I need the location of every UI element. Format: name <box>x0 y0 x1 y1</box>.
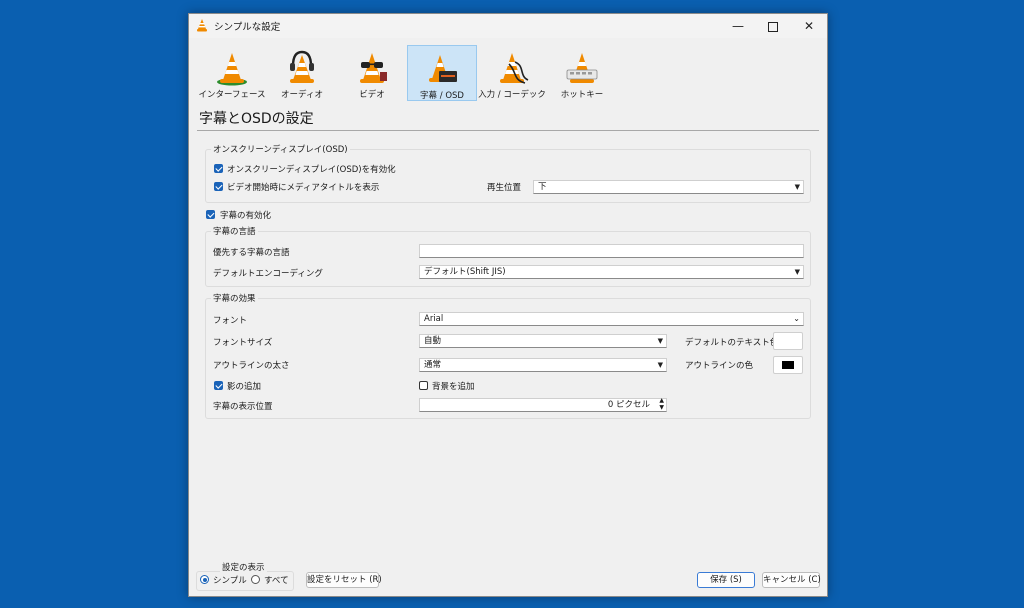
enable-subtitles-label: 字幕の有効化 <box>220 211 272 221</box>
simple-radio-label: シンプル <box>213 576 247 586</box>
font-value: Arial <box>424 314 444 324</box>
subtitle-position-spinbox[interactable]: 0 ピクセル ▲ ▼ <box>419 397 667 412</box>
enable-osd-label: オンスクリーンディスプレイ(OSD)を有効化 <box>227 165 396 175</box>
osd-group <box>205 149 811 203</box>
maximize-icon <box>768 21 778 32</box>
chevron-down-icon: ▼ <box>657 337 663 345</box>
chevron-down-icon: ▼ <box>794 268 800 276</box>
show-media-title-checkbox[interactable] <box>214 182 223 191</box>
spin-arrows-icon[interactable]: ▲ ▼ <box>659 397 664 411</box>
font-size-label: フォントサイズ <box>213 338 273 348</box>
show-media-title-label: ビデオ開始時にメディアタイトルを表示 <box>227 183 380 193</box>
all-radio-label: すべて <box>264 576 289 586</box>
tab-video[interactable]: ビデオ <box>337 45 407 101</box>
default-encoding-select[interactable]: デフォルト(Shift JIS) ▼ <box>419 265 804 279</box>
window-title: シンプルな設定 <box>214 22 281 33</box>
font-size-value: 自動 <box>424 336 442 346</box>
chevron-down-icon: ▼ <box>794 183 800 191</box>
add-shadow-checkbox[interactable] <box>214 381 223 390</box>
default-text-color-label: デフォルトのテキスト色 <box>685 338 779 348</box>
outline-color-label: アウトラインの色 <box>685 361 754 371</box>
tab-hotkeys[interactable]: ホットキー <box>547 45 617 101</box>
reset-settings-button[interactable]: 設定をリセット (R) <box>306 572 382 588</box>
outline-thickness-select[interactable]: 通常 ▼ <box>419 358 667 372</box>
chevron-down-icon: ▼ <box>657 361 663 369</box>
tab-subtitles-osd[interactable]: 字幕 / OSD <box>407 45 477 101</box>
outline-thickness-value: 通常 <box>424 360 442 370</box>
close-button[interactable]: ✕ <box>794 17 824 35</box>
tab-interface[interactable]: インターフェース <box>197 45 267 101</box>
subtitle-position-value: 0 ピクセル <box>607 400 650 410</box>
osd-position-label: 再生位置 <box>487 183 522 193</box>
tab-label: インターフェース <box>198 90 266 100</box>
maximize-button[interactable] <box>758 17 788 35</box>
subtitles-cone-icon <box>429 55 457 82</box>
interface-cone-icon <box>217 53 247 86</box>
all-radio[interactable] <box>251 575 260 584</box>
tab-label: オーディオ <box>281 90 323 100</box>
default-text-color-button[interactable] <box>773 332 803 350</box>
show-settings-label: 設定の表示 <box>220 561 267 573</box>
tab-label: ビデオ <box>359 90 385 100</box>
subtitle-position-label: 字幕の表示位置 <box>213 402 273 412</box>
simple-radio[interactable] <box>200 575 209 584</box>
enable-subtitles-checkbox[interactable] <box>206 210 215 219</box>
hotkeys-cone-icon <box>566 53 598 83</box>
minimize-button[interactable]: — <box>723 17 753 35</box>
add-shadow-label: 影の追加 <box>227 382 262 392</box>
font-size-select[interactable]: 自動 ▼ <box>419 334 667 348</box>
page-title: 字幕とOSDの設定 <box>199 111 314 127</box>
audio-headphones-cone-icon <box>290 50 314 83</box>
tab-audio[interactable]: オーディオ <box>267 45 337 101</box>
osd-position-select[interactable]: 下 ▼ <box>533 180 804 194</box>
enable-osd-checkbox[interactable] <box>214 164 223 173</box>
outline-color-button[interactable] <box>773 356 803 374</box>
preferred-language-label: 優先する字幕の言語 <box>213 248 290 258</box>
add-background-checkbox[interactable] <box>419 381 428 390</box>
tab-label: 入力 / コーデック <box>478 90 546 100</box>
title-divider <box>197 130 819 131</box>
title-bar: シンプルな設定 — ✕ <box>189 14 827 38</box>
subtitle-effects-group-label: 字幕の効果 <box>211 292 258 304</box>
tab-input-codec[interactable]: 入力 / コーデック <box>477 45 547 101</box>
font-label: フォント <box>213 316 248 326</box>
vlc-cone-icon <box>197 19 207 32</box>
tab-label: ホットキー <box>560 90 604 100</box>
minimize-icon: — <box>732 19 744 33</box>
tab-label: 字幕 / OSD <box>420 91 464 101</box>
osd-position-value: 下 <box>538 182 547 192</box>
default-encoding-value: デフォルト(Shift JIS) <box>424 267 506 277</box>
font-select[interactable]: Arial ⌄ <box>419 312 804 326</box>
osd-group-label: オンスクリーンディスプレイ(OSD) <box>211 143 350 155</box>
cancel-button[interactable]: キャンセル (C) <box>762 572 821 588</box>
video-sunglasses-cone-icon <box>360 53 387 83</box>
preferences-window: シンプルな設定 — ✕ インターフェース オーディオ ビデオ 字幕 / OSD … <box>188 13 828 597</box>
subtitle-language-group-label: 字幕の言語 <box>211 225 258 237</box>
chevron-down-icon: ⌄ <box>793 314 800 323</box>
close-icon: ✕ <box>803 19 815 33</box>
category-tabs: インターフェース オーディオ ビデオ 字幕 / OSD 入力 / コーデック ホ… <box>197 45 797 103</box>
preferred-language-input[interactable] <box>419 244 804 258</box>
save-button[interactable]: 保存 (S) <box>697 572 755 588</box>
input-codec-cone-icon <box>500 53 529 84</box>
outline-color-swatch <box>782 361 794 369</box>
outline-thickness-label: アウトラインの太さ <box>213 361 290 371</box>
add-background-label: 背景を追加 <box>432 382 475 392</box>
default-encoding-label: デフォルトエンコーディング <box>213 269 323 279</box>
